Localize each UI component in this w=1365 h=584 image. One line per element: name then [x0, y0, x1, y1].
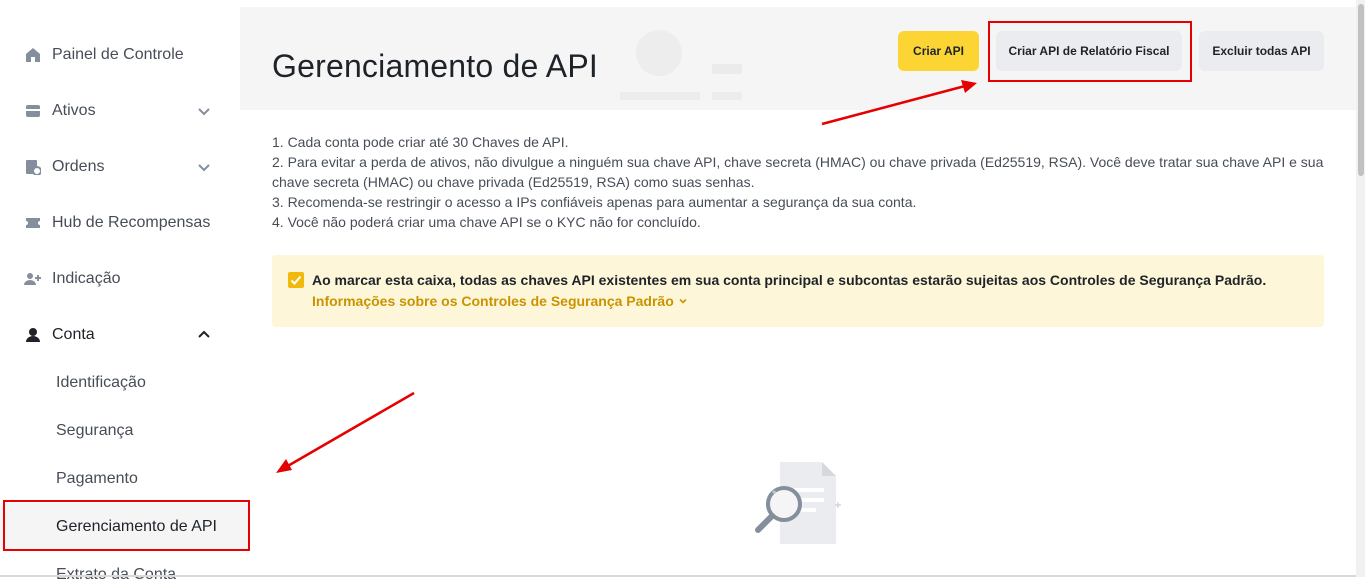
- sidebar-item-dashboard[interactable]: Painel de Controle: [24, 35, 214, 75]
- sidebar-item-label: Painel de Controle: [52, 46, 184, 63]
- sidebar-subitem-security[interactable]: Segurança: [56, 422, 133, 440]
- chevron-down-icon: [679, 298, 687, 304]
- home-icon: [24, 46, 42, 64]
- security-controls-notice: Ao marcar esta caixa, todas as chaves AP…: [272, 255, 1324, 327]
- ticket-icon: [24, 214, 42, 232]
- header-decoration: [636, 30, 682, 76]
- arrowhead-icon: [276, 459, 292, 473]
- annotation-highlight-box: [3, 500, 250, 551]
- security-controls-info-link[interactable]: Informações sobre os Controles de Segura…: [312, 293, 688, 309]
- notice-link-label: Informações sobre os Controles de Segura…: [312, 293, 674, 309]
- notice-text: Ao marcar esta caixa, todas as chaves AP…: [312, 272, 1267, 288]
- add-user-icon: [24, 270, 42, 288]
- instruction-line: 2. Para evitar a perda de ativos, não di…: [272, 154, 1324, 190]
- annotation-arrow: [285, 391, 415, 469]
- sidebar-item-label: Hub de Recompensas: [52, 214, 211, 231]
- sidebar-item-label: Conta: [52, 326, 95, 343]
- chevron-up-icon[interactable]: [196, 327, 212, 343]
- empty-state-illustration: [750, 458, 846, 548]
- sidebar-item-orders[interactable]: Ordens: [24, 147, 214, 187]
- instruction-line: 3. Recomenda-se restringir o acesso a IP…: [272, 194, 917, 210]
- check-icon: [290, 275, 302, 285]
- orders-icon: [24, 158, 42, 176]
- chevron-down-icon[interactable]: [196, 103, 212, 119]
- delete-all-api-button[interactable]: Excluir todas API: [1199, 31, 1324, 71]
- sidebar: Painel de Controle Ativos Ordens Hub de …: [0, 0, 248, 583]
- sidebar-subitem-identification[interactable]: Identificação: [56, 374, 146, 392]
- header-decoration: [712, 92, 742, 100]
- scrollbar-thumb[interactable]: [1358, 4, 1364, 176]
- sidebar-item-label: Ordens: [52, 158, 105, 175]
- page-title: Gerenciamento de API: [272, 48, 598, 84]
- sidebar-subitem-payment[interactable]: Pagamento: [56, 470, 138, 488]
- api-instructions: 1. Cada conta pode criar até 30 Chaves d…: [272, 132, 1332, 232]
- wallet-icon: [24, 102, 42, 120]
- sidebar-item-rewards-hub[interactable]: Hub de Recompensas: [24, 203, 214, 243]
- sidebar-item-label: Indicação: [52, 270, 121, 287]
- default-security-checkbox[interactable]: [288, 272, 304, 288]
- search-document-icon: [755, 462, 841, 544]
- create-api-button[interactable]: Criar API: [898, 31, 979, 71]
- sidebar-item-referral[interactable]: Indicação: [24, 259, 214, 299]
- sidebar-item-assets[interactable]: Ativos: [24, 91, 214, 131]
- header-decoration: [712, 64, 742, 74]
- sidebar-item-account[interactable]: Conta: [24, 315, 214, 355]
- sidebar-item-label: Ativos: [52, 102, 96, 119]
- instruction-line: 4. Você não poderá criar uma chave API s…: [272, 214, 701, 230]
- annotation-highlight-box: [988, 21, 1192, 82]
- user-icon: [24, 326, 42, 344]
- chevron-down-icon[interactable]: [196, 159, 212, 175]
- instruction-line: 1. Cada conta pode criar até 30 Chaves d…: [272, 134, 569, 150]
- header-decoration: [620, 92, 700, 100]
